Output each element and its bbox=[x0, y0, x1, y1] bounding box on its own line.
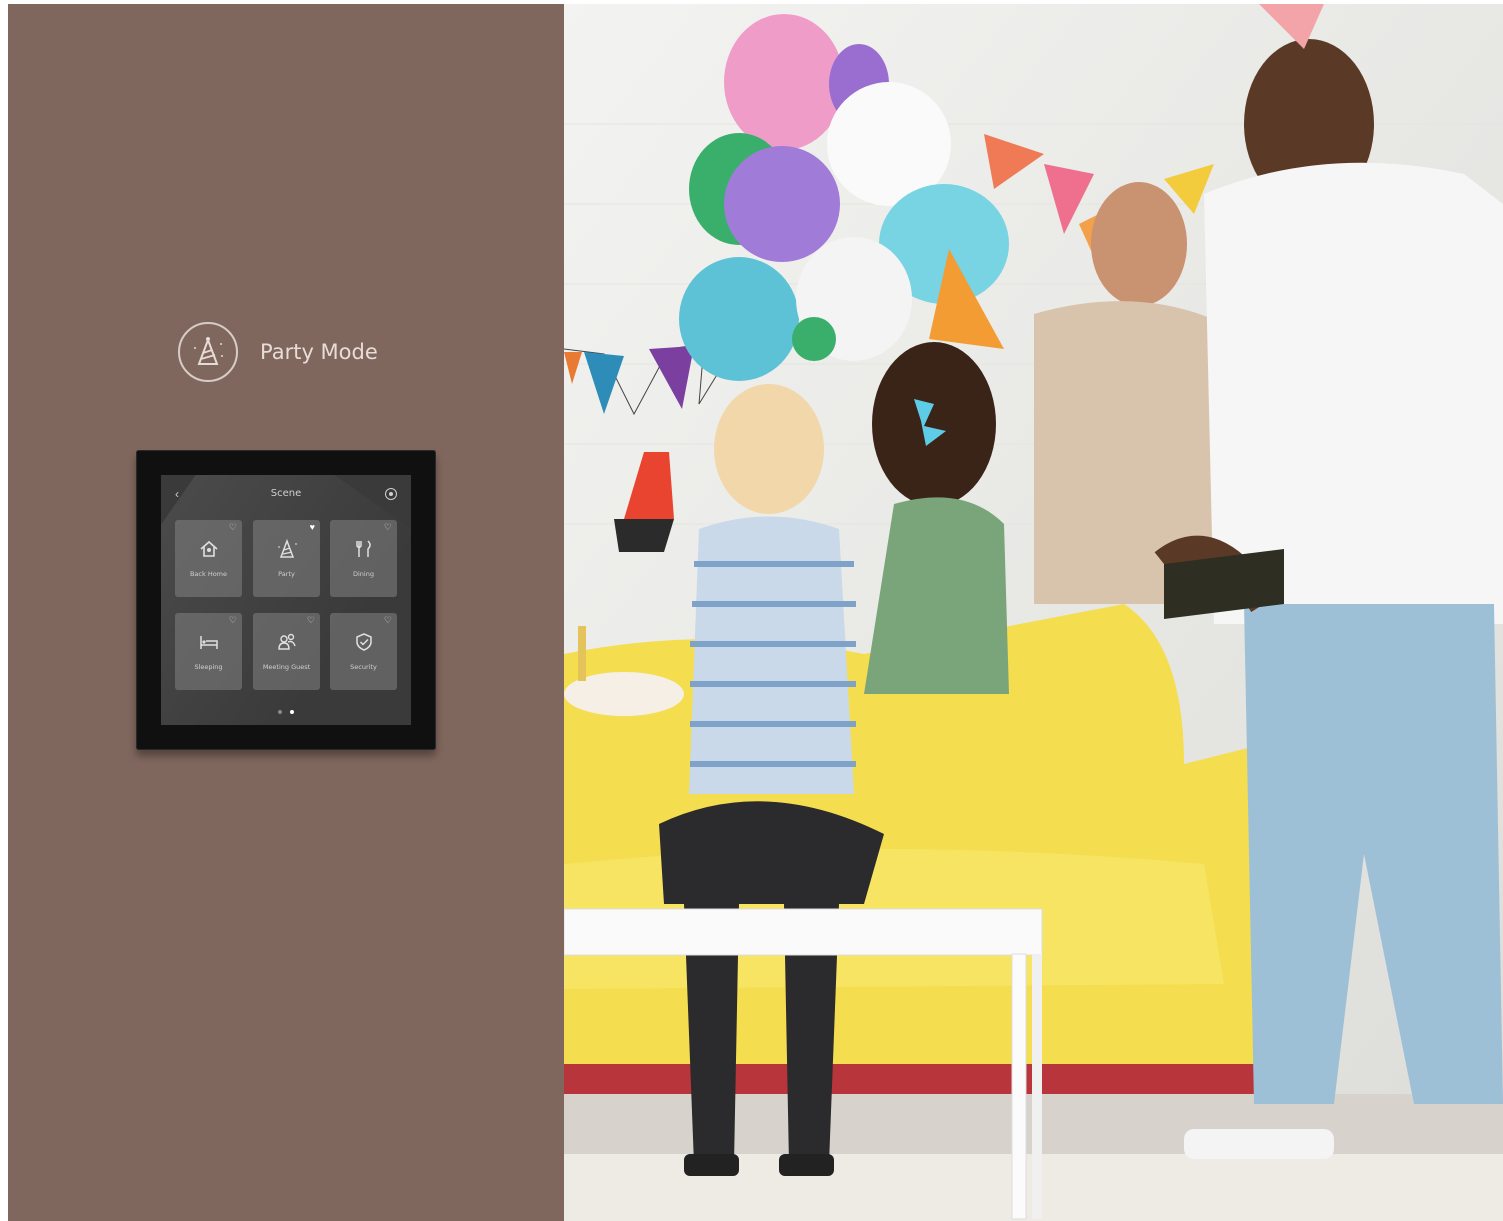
scene-tile-back-home[interactable]: ♡ Back Home bbox=[175, 520, 242, 597]
home-icon bbox=[199, 540, 218, 557]
smart-panel-device: ‹ Scene ♡ Back Home ♥ Party ♡ Dining ♡ S… bbox=[136, 450, 436, 750]
party-hat-icon bbox=[178, 322, 238, 382]
page-indicator bbox=[161, 710, 411, 714]
heart-icon[interactable]: ♡ bbox=[384, 523, 392, 532]
scene-tile-dining[interactable]: ♡ Dining bbox=[330, 520, 397, 597]
heart-filled-icon[interactable]: ♥ bbox=[310, 523, 315, 532]
screen-title: Scene bbox=[270, 488, 302, 499]
scene-tile-sleeping[interactable]: ♡ Sleeping bbox=[175, 613, 242, 690]
scene-tile-meeting-guest[interactable]: ♡ Meeting Guest bbox=[253, 613, 320, 690]
bed-icon bbox=[199, 636, 218, 649]
guests-icon bbox=[277, 633, 296, 650]
tile-label: Back Home bbox=[189, 570, 228, 578]
tile-label: Security bbox=[350, 663, 377, 671]
mode-title: Party Mode bbox=[260, 340, 378, 364]
settings-icon[interactable] bbox=[385, 488, 397, 500]
tile-label: Meeting Guest bbox=[262, 663, 311, 671]
heart-icon[interactable]: ♡ bbox=[229, 523, 237, 532]
cutlery-icon bbox=[355, 540, 371, 557]
page-dot-1[interactable] bbox=[278, 710, 282, 714]
shield-check-icon bbox=[355, 633, 372, 651]
scene-tile-party[interactable]: ♥ Party bbox=[253, 520, 320, 597]
heart-icon[interactable]: ♡ bbox=[384, 616, 392, 625]
party-scene-illustration bbox=[564, 4, 1503, 1221]
tile-label: Party bbox=[278, 570, 295, 578]
heart-icon[interactable]: ♡ bbox=[307, 616, 315, 625]
party-photo bbox=[564, 4, 1503, 1221]
screen-header: ‹ Scene bbox=[161, 487, 411, 503]
left-brand-panel: Party Mode ‹ Scene ♡ Back Home ♥ Party ♡ bbox=[8, 4, 564, 1221]
mode-header: Party Mode bbox=[178, 320, 378, 384]
tile-label: Sleeping bbox=[194, 663, 223, 671]
scene-screen: ‹ Scene ♡ Back Home ♥ Party ♡ Dining ♡ S… bbox=[161, 475, 411, 725]
page-dot-2[interactable] bbox=[290, 710, 294, 714]
tile-label: Dining bbox=[353, 570, 374, 578]
scene-tile-security[interactable]: ♡ Security bbox=[330, 613, 397, 690]
party-hat-icon bbox=[277, 538, 297, 558]
heart-icon[interactable]: ♡ bbox=[229, 616, 237, 625]
